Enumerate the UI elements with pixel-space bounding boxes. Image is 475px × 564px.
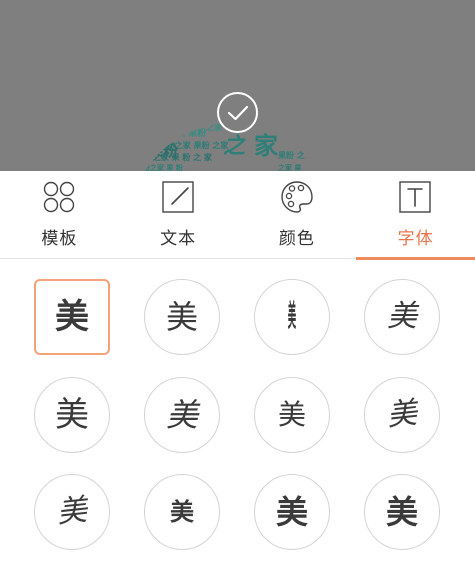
svg-text:果粉 之: 果粉 之 [277,150,305,160]
font-option-1[interactable]: 美 [34,279,110,355]
font-option-7[interactable]: 美 [254,377,330,453]
font-options-grid: 美 美 美 美 美 美 美 美 美 美 美 美 [0,260,475,564]
preview-area: 果粉 之家 果粉 之家 果粉之家 果粉 之家 果粉 之家 果 粉 之 家 之家 … [0,0,475,171]
font-sample: 美 [55,493,89,530]
font-option-2[interactable]: 美 [144,279,220,355]
tab-color-label: 颜色 [278,229,315,249]
font-option-4[interactable]: 美 [364,279,440,355]
checkmark-icon [227,105,249,121]
font-sample: 美 [55,297,89,337]
font-option-5[interactable]: 美 [34,377,110,453]
svg-text:之: 之 [223,133,247,159]
font-sample: 美 [277,399,306,430]
svg-text:果粉之家 果 粉: 果粉之家 果 粉 [136,163,183,171]
editor-tab-bar: 模板 文本 颜色 字体 [0,171,475,260]
font-sample: 美 [275,493,308,531]
font-sample: 美 [385,396,419,433]
font-sample: 美 [165,299,198,335]
tab-template[interactable]: 模板 [0,171,119,259]
svg-text:果粉 之家 果粉: 果粉 之家 果粉 [145,127,206,139]
font-option-3[interactable]: 美 [254,279,330,355]
font-option-10[interactable]: 美 [144,474,220,550]
font-option-11[interactable]: 美 [254,474,330,550]
tab-text-label: 文本 [160,229,197,249]
tab-font-label: 字体 [397,229,434,249]
font-option-8[interactable]: 美 [364,377,440,453]
svg-text:之家 果粉之家 果粉 之家: 之家 果粉之家 果粉 之家 [140,140,229,150]
svg-text:之家 果: 之家 果 [278,163,301,171]
font-sample: 美 [385,493,418,531]
font-sample: 美 [55,395,89,435]
font-option-12[interactable]: 美 [364,474,440,550]
font-option-9[interactable]: 美 [34,474,110,550]
font-sample: 美 [287,300,297,333]
tab-template-label: 模板 [41,229,78,249]
palette-icon [279,179,315,215]
text-edit-icon [160,179,196,215]
tab-text[interactable]: 文本 [119,171,238,259]
tab-color[interactable]: 颜色 [238,171,357,259]
font-icon [397,179,433,215]
tab-font[interactable]: 字体 [356,171,475,260]
font-sample: 美 [170,498,194,526]
svg-text:家: 家 [254,132,278,160]
confirm-button[interactable] [217,92,258,133]
svg-text:果粉: 果粉 [147,142,178,160]
template-icon [41,179,77,215]
font-sample: 美 [387,300,417,333]
font-sample: 美 [165,396,198,434]
font-option-6[interactable]: 美 [144,377,220,453]
